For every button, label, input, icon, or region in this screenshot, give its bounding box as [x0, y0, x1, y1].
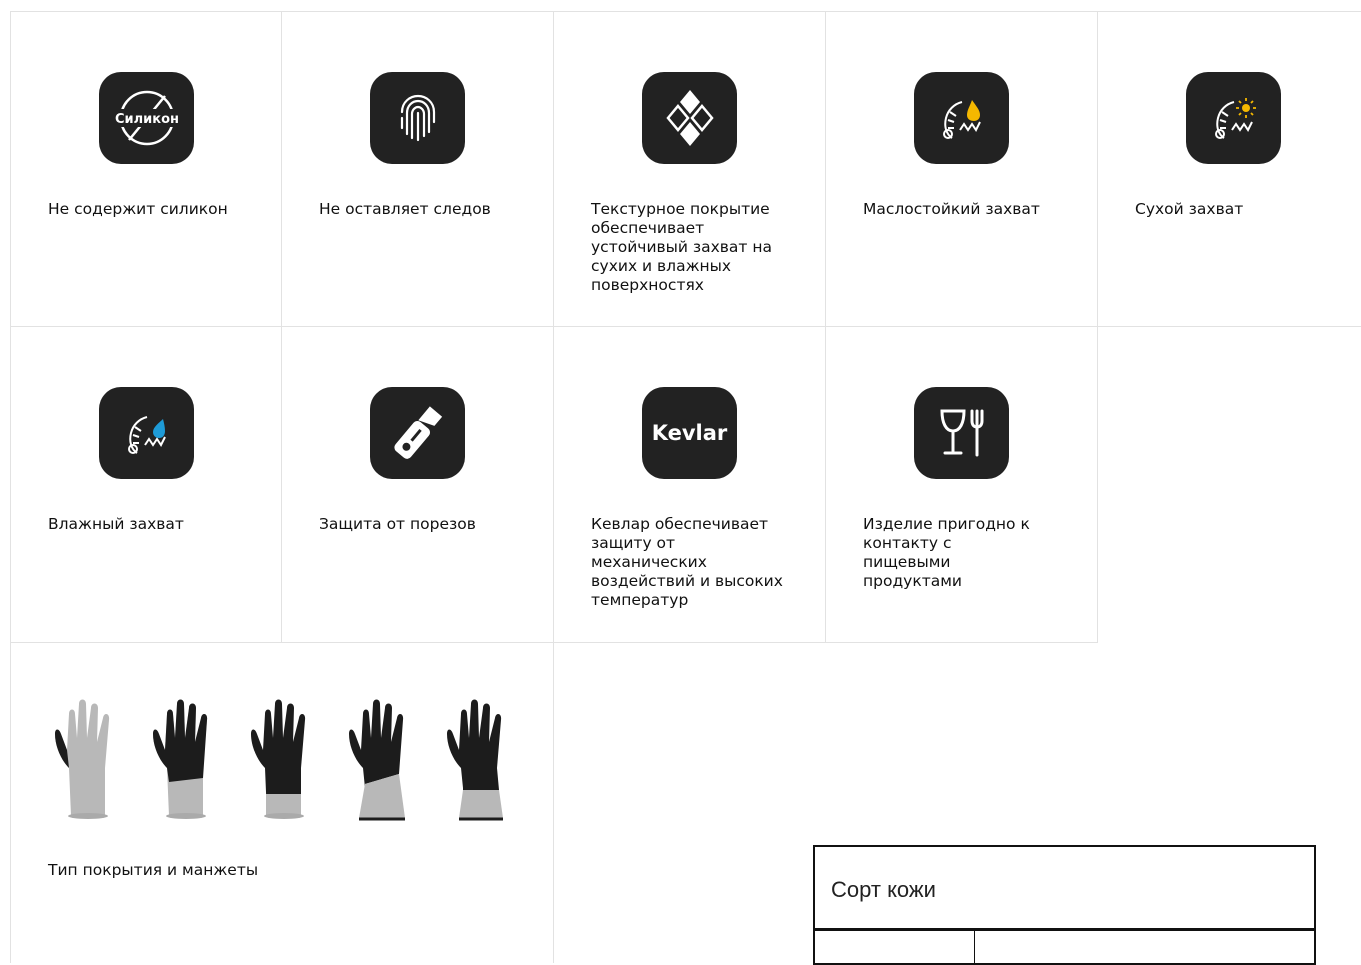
feature-label: Не содержит силикон — [48, 200, 228, 218]
feature-label: Защита от порезов — [319, 515, 476, 533]
gloves-image — [55, 699, 503, 821]
wet-grip-icon — [99, 387, 194, 479]
feature-label: Изделие пригодно к контакту с пищевыми п… — [863, 515, 1030, 590]
food-contact-icon — [914, 387, 1009, 479]
dry-grip-icon — [1186, 72, 1281, 164]
spec-table: Сорт кожи — [813, 845, 1316, 965]
coating-type-cell: Тип покрытия и манжеты — [10, 643, 554, 963]
feature-cut-protection: Защита от порезов — [282, 327, 554, 643]
svg-text:Силикон: Силикон — [114, 112, 178, 127]
feature-label: Влажный захват — [48, 515, 184, 533]
texture-diamonds-icon — [642, 72, 737, 164]
feature-label: Не оставляет следов — [319, 200, 491, 218]
feature-oil-grip: Маслостойкий захват — [826, 11, 1098, 327]
no-silicone-icon: Силикон — [99, 72, 194, 164]
feature-texture-coating: Текстурное покрытие обеспечивает устойчи… — [554, 11, 826, 327]
feature-label: Текстурное покрытие обеспечивает устойчи… — [591, 200, 773, 294]
feature-kevlar: Kevlar Кевлар обеспечивает защиту от мех… — [554, 327, 826, 643]
feature-no-marks: Не оставляет следов — [282, 11, 554, 327]
feature-food-contact: Изделие пригодно к контакту с пищевыми п… — [826, 327, 1098, 643]
feature-no-silicone: Силикон Не содержит силикон — [10, 11, 282, 327]
feature-label: Маслостойкий захват — [863, 200, 1040, 218]
coating-type-label: Тип покрытия и манжеты — [48, 861, 259, 879]
fingerprint-icon — [370, 72, 465, 164]
oil-grip-icon — [914, 72, 1009, 164]
table-column-divider — [974, 928, 975, 963]
cut-protection-icon — [370, 387, 465, 479]
feature-label: Кевлар обеспечивает защиту от механическ… — [591, 515, 783, 609]
kevlar-icon: Kevlar — [642, 387, 737, 479]
feature-label: Сухой захват — [1135, 200, 1244, 218]
table-divider — [815, 928, 1314, 931]
feature-wet-grip: Влажный захват — [10, 327, 282, 643]
kevlar-icon-text: Kevlar — [651, 421, 728, 445]
feature-dry-grip: Сухой захват — [1098, 11, 1361, 327]
spec-table-title: Сорт кожи — [831, 877, 936, 902]
